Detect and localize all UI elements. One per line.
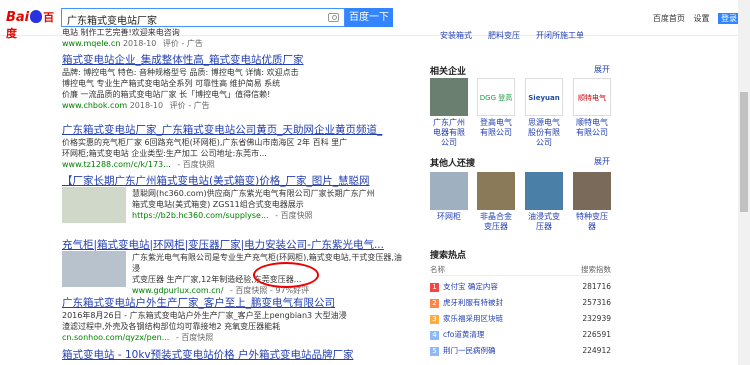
scrollbar[interactable] [738,0,750,365]
paw-icon [30,10,43,23]
result-title[interactable]: 广东箱式变电站户外生产厂家_客户至上_鹏变电气有限公司 [62,295,402,310]
baidu-logo[interactable]: Bai 百度 [6,9,58,40]
settings-link[interactable]: 设置 [693,14,709,23]
hot-rank: 5 [430,347,439,356]
related-item[interactable]: 广东广州电器有限公司 [430,78,468,148]
red-annotation-circle [253,262,319,288]
result-title[interactable]: 箱式变电站 - 10kv预装式变电站价格 户外箱式变电站品牌厂家 [62,347,402,362]
others-title: 其他人还搜 [430,159,476,169]
related-expand[interactable]: 展开 [594,64,610,75]
search-button[interactable]: 百度一下 [345,8,393,27]
result-5: 广东箱式变电站户外生产厂家_客户至上_鹏变电气有限公司 2016年8月26日 -… [62,295,402,343]
hot-item[interactable]: 4 cfo道黄清理 226591 [430,328,611,341]
hot-rank: 2 [430,299,439,308]
camera-icon[interactable] [328,13,339,22]
home-link[interactable]: 百度首页 [653,14,685,23]
hot-item[interactable]: 3 家乐福采用区块链 232939 [430,312,611,325]
related-title: 相关企业 [430,67,467,77]
others-item[interactable]: 非晶合金变压器 [477,172,515,232]
result-title[interactable]: 广东箱式变电站厂家_广东箱式变电站公司黄页_天助网企业黄页频道_ [62,122,402,137]
result-thumbnail[interactable] [62,251,126,287]
result-title[interactable]: 箱式变电站企业_集成整体性高_箱式变电站优质厂家 [62,52,402,67]
hot-item[interactable]: 1 支付宝 确定内容 281716 [430,280,611,293]
result-4: 充气柜|箱式变电站|环网柜|变压器厂家|电力安装公司-广东紫光电气... 广东紫… [62,237,402,295]
result-0: 电站 制作工艺完善!欢迎来电咨询 www.mqele.cn 2018-10 评价… [62,28,203,48]
search-query: 广东箱式变电站厂家 [67,16,157,27]
result-6: 箱式变电站 - 10kv预装式变电站价格 户外箱式变电站品牌厂家 [62,347,402,362]
result-1: 箱式变电站企业_集成整体性高_箱式变电站优质厂家 品牌: 博控电气 特色: 音种… [62,52,402,111]
top-links: 百度首页 设置 登录 [647,13,740,24]
related-item[interactable]: 顺特电气 顺特电气有限公司 [573,78,611,138]
related-item[interactable]: DGG 登高 登高电气有限公司 [477,78,515,138]
scrollbar-thumb[interactable] [740,92,748,212]
hot-rank: 4 [430,331,439,340]
related-item[interactable]: Sieyuan 思源电气股份有限公司 [525,78,563,148]
hot-item[interactable]: 2 虎牙利服有特被封 257316 [430,296,611,309]
login-button[interactable]: 登录 [718,13,740,24]
others-item[interactable]: 油浸式变压器 [525,172,563,232]
hot-rank: 1 [430,283,439,292]
company-image [430,78,468,116]
search-input[interactable]: 广东箱式变电站厂家 [61,8,345,27]
hot-item[interactable]: 5 荆门一民病例确 224912 [430,344,611,357]
result-title[interactable]: 充气柜|箱式变电站|环网柜|变压器厂家|电力安装公司-广东紫光电气... [62,237,402,252]
result-thumbnail[interactable] [62,187,126,223]
others-item[interactable]: 特种变压器 [573,172,611,232]
result-3: 【厂家长期广东广州箱式变电站(美式箱变)价格_厂家_图片_慧聪网 慧聪网(hc3… [62,173,402,223]
result-title[interactable]: 【厂家长期广东广州箱式变电站(美式箱变)价格_厂家_图片_慧聪网 [62,173,402,188]
others-expand[interactable]: 展开 [594,156,610,167]
hot-rank: 3 [430,315,439,324]
result-2: 广东箱式变电站厂家_广东箱式变电站公司黄页_天助网企业黄页频道_ 价格实惠的充气… [62,122,402,170]
others-item[interactable]: 环网柜 [430,172,468,222]
hot-title: 搜索热点 [430,251,467,261]
